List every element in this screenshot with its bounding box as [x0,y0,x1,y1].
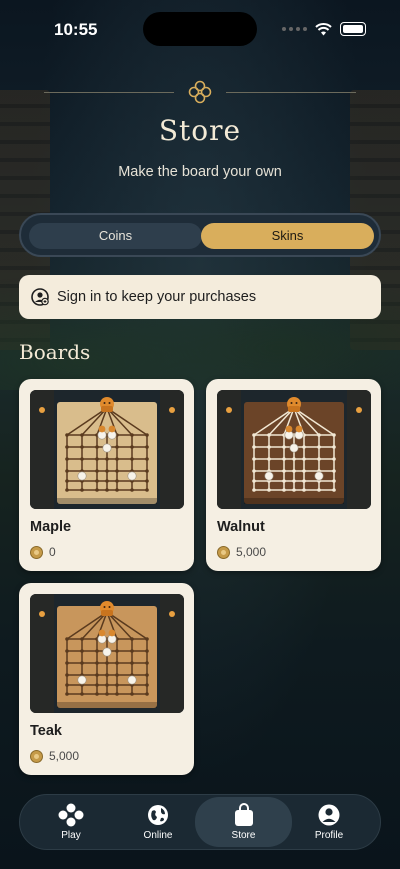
coin-icon [217,545,230,559]
tab-label: Play [61,830,81,841]
price-value: 5,000 [236,545,267,559]
tab-online[interactable]: Online [113,797,203,847]
tab-profile[interactable]: Profile [284,797,374,847]
header-ornament [44,80,356,106]
coin-icon [30,545,43,559]
board-preview-image [30,594,184,713]
status-time: 10:55 [54,20,98,39]
signin-banner[interactable]: Sign in to keep your purchases [19,275,381,319]
signin-label: Sign in to keep your purchases [57,289,257,305]
board-name: Teak [30,723,62,739]
play-icon [58,803,84,827]
shopping-bag-icon [234,803,253,826]
board-preview-image [30,390,184,509]
ornament-line-right [226,92,356,93]
board-card-maple[interactable]: Maple 0 [19,379,194,571]
battery-icon [340,22,366,36]
board-price: 5,000 [30,749,79,763]
segment-skins[interactable]: Skins [201,223,374,249]
board-name: Walnut [217,519,265,535]
coin-icon [30,749,43,763]
page-title: Store [158,114,242,147]
wifi-icon [315,22,332,35]
board-name: Maple [30,519,72,535]
signal-icon [282,27,307,31]
board-price: 0 [30,545,56,559]
price-value: 5,000 [49,749,80,763]
jungle-backdrop [0,250,400,390]
store-segmented-control: Coins Skins [19,213,381,257]
page-subtitle: Make the board your own [118,164,282,180]
board-thumbnail [30,390,184,509]
tab-label: Store [231,830,256,841]
dynamic-island [143,12,257,46]
board-price: 5,000 [217,545,266,559]
knot-icon [188,80,212,104]
price-value: 0 [49,545,56,559]
section-title-boards: Boards [19,340,91,364]
bottom-tab-bar: Play Online Store Profile [19,794,381,850]
tab-label: Profile [314,830,344,841]
board-preview-image [217,390,371,509]
board-thumbnail [217,390,371,509]
account-sync-icon [31,288,49,306]
tab-play[interactable]: Play [26,797,116,847]
profile-icon [318,804,340,826]
status-icons [282,22,366,36]
status-bar: 10:55 [0,0,400,54]
tab-label: Online [143,830,173,841]
tab-store[interactable]: Store [195,797,292,847]
board-card-walnut[interactable]: Walnut 5,000 [206,379,381,571]
ornament-line-left [44,92,174,93]
globe-icon [148,805,168,825]
board-card-teak[interactable]: Teak 5,000 [19,583,194,775]
board-thumbnail [30,594,184,713]
segment-coins[interactable]: Coins [29,223,202,249]
